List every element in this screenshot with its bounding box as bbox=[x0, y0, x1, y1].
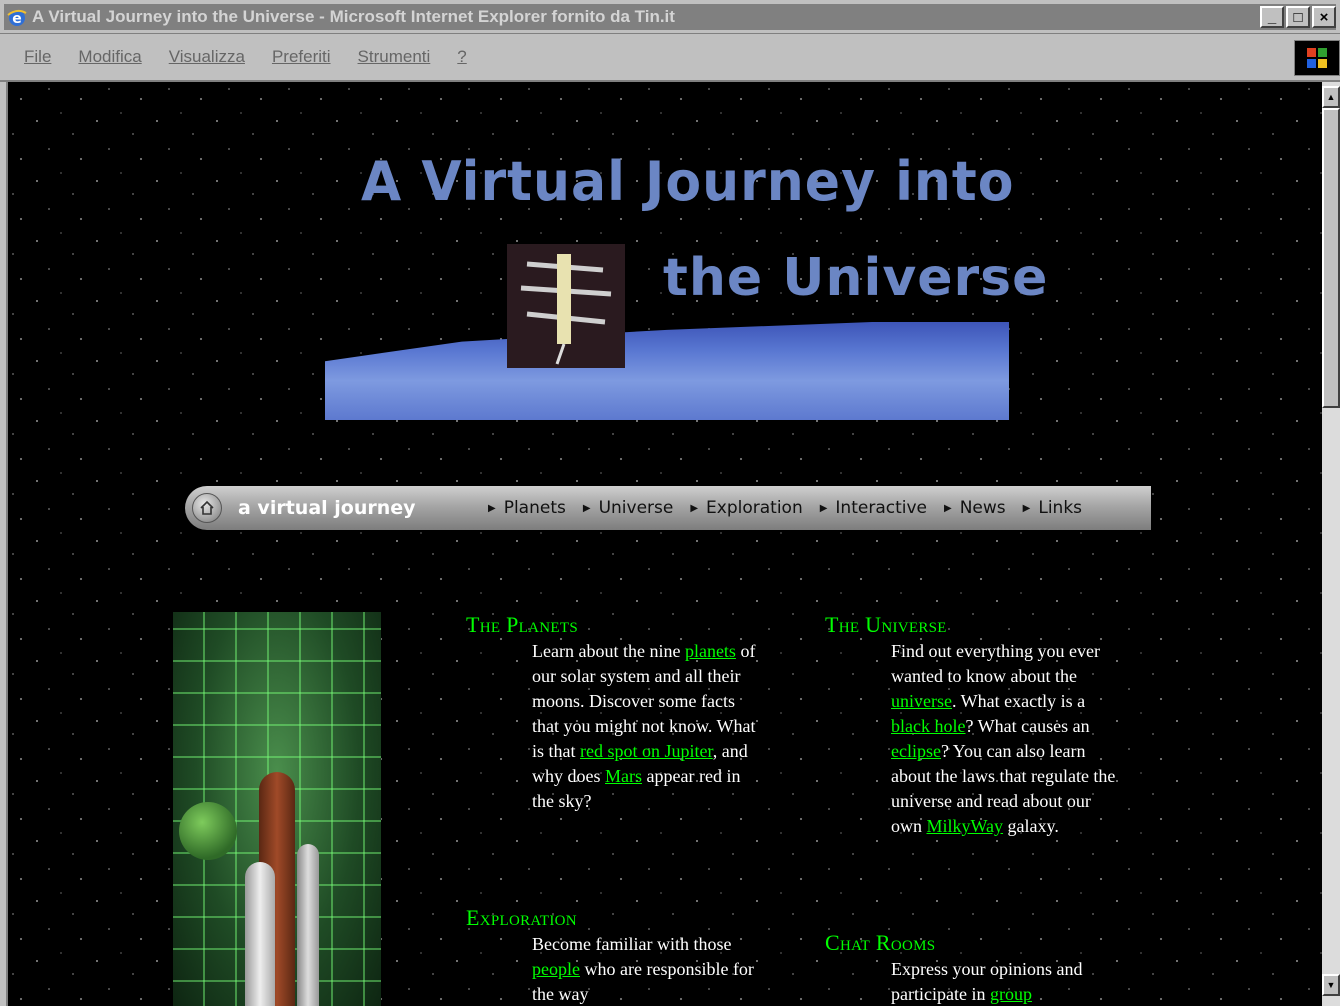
earth-horizon-image bbox=[325, 322, 1009, 420]
text: ? What causes an bbox=[965, 716, 1090, 736]
link-planets[interactable]: planets bbox=[685, 641, 736, 661]
ie-logo-icon[interactable]: e bbox=[6, 6, 28, 28]
scrollbar-thumb[interactable] bbox=[1322, 108, 1340, 408]
booster-image bbox=[297, 844, 319, 1006]
text: . What exactly is a bbox=[951, 691, 1086, 711]
text: Learn about the nine bbox=[532, 641, 681, 661]
section-body-chat-rooms: Express your opinions and participate in… bbox=[891, 957, 1123, 1006]
triangle-right-icon: ▶ bbox=[488, 502, 496, 514]
nav-link-news[interactable]: ▶ News bbox=[944, 498, 1006, 518]
planet-image bbox=[179, 802, 237, 860]
link-black-hole[interactable]: black hole bbox=[891, 716, 965, 736]
maximize-button[interactable]: □ bbox=[1286, 6, 1310, 28]
nav-brand[interactable]: a virtual journey bbox=[238, 497, 488, 519]
windows-logo-icon bbox=[1294, 40, 1340, 76]
nav-link-label: News bbox=[959, 498, 1006, 518]
link-eclipse[interactable]: eclipse bbox=[891, 741, 941, 761]
link-red-spot-on-jupiter[interactable]: red spot on Jupiter bbox=[580, 741, 713, 761]
section-body-universe: Find out everything you ever wanted to k… bbox=[891, 639, 1123, 839]
link-mars[interactable]: Mars bbox=[605, 766, 642, 786]
page-viewport: A Virtual Journey into the Universe a vi… bbox=[8, 82, 1322, 1006]
nav-link-label: Exploration bbox=[706, 498, 803, 518]
minimize-button[interactable]: _ bbox=[1260, 6, 1284, 28]
site-nav-bar: a virtual journey ▶ Planets ▶ Universe ▶ Ex… bbox=[185, 486, 1151, 530]
site-banner: A Virtual Journey into the Universe bbox=[325, 151, 1047, 422]
text: Become familiar with those bbox=[532, 934, 732, 954]
section-title-planets: The Planets bbox=[466, 612, 578, 637]
menu-help[interactable]: ? bbox=[457, 47, 466, 67]
triangle-right-icon: ▶ bbox=[819, 502, 828, 514]
svg-text:e: e bbox=[12, 11, 22, 27]
nav-link-interactive[interactable]: ▶ Interactive bbox=[820, 498, 927, 518]
section-universe: The Universe Find out everything you eve… bbox=[825, 611, 1123, 839]
nav-link-label: Universe bbox=[598, 498, 674, 518]
menu-strumenti[interactable]: Strumenti bbox=[358, 47, 431, 67]
link-people[interactable]: people bbox=[532, 959, 580, 979]
scroll-up-arrow-icon[interactable]: ▲ bbox=[1322, 86, 1340, 108]
window-left-border bbox=[0, 82, 8, 1006]
text: Express your opinions and participate in bbox=[891, 959, 1083, 1004]
section-exploration: Exploration Become familiar with those p… bbox=[466, 904, 764, 1006]
triangle-right-icon: ▶ bbox=[944, 502, 952, 514]
title-bar: e A Virtual Journey into the Universe - … bbox=[0, 0, 1340, 34]
space-station-image bbox=[507, 244, 625, 368]
nav-link-label: Planets bbox=[503, 498, 566, 518]
orbiter-image bbox=[245, 862, 275, 1006]
link-universe[interactable]: universe bbox=[891, 691, 952, 711]
text: galaxy. bbox=[1003, 816, 1059, 836]
triangle-right-icon: ▶ bbox=[582, 502, 591, 514]
nav-link-planets[interactable]: ▶ Planets bbox=[488, 498, 566, 518]
nav-link-label: Links bbox=[1038, 498, 1083, 518]
menu-file[interactable]: File bbox=[24, 47, 51, 67]
nav-link-universe[interactable]: ▶ Universe bbox=[583, 498, 673, 518]
menu-preferiti[interactable]: Preferiti bbox=[272, 47, 331, 67]
menu-modifica[interactable]: Modifica bbox=[78, 47, 141, 67]
nav-link-links[interactable]: ▶ Links bbox=[1023, 498, 1082, 518]
banner-title-line2: the Universe bbox=[663, 248, 1049, 308]
section-planets: The Planets Learn about the nine planets… bbox=[466, 611, 764, 814]
window-title: A Virtual Journey into the Universe - Mi… bbox=[32, 7, 675, 26]
section-body-planets: Learn about the nine planets of our sola… bbox=[532, 639, 764, 814]
text: Find out everything you ever wanted to k… bbox=[891, 641, 1100, 686]
section-chat-rooms: Chat Rooms Express your opinions and par… bbox=[825, 929, 1123, 1006]
section-body-exploration: Become familiar with those people who ar… bbox=[532, 932, 764, 1006]
menu-bar: File Modifica Visualizza Preferiti Strum… bbox=[0, 34, 1340, 82]
vertical-scrollbar[interactable]: ▲ ▼ bbox=[1322, 82, 1340, 1006]
nav-link-exploration[interactable]: ▶ Exploration bbox=[690, 498, 802, 518]
menu-visualizza[interactable]: Visualizza bbox=[169, 47, 245, 67]
scroll-down-arrow-icon[interactable]: ▼ bbox=[1322, 974, 1340, 996]
nav-link-label: Interactive bbox=[835, 498, 927, 518]
close-button[interactable]: × bbox=[1312, 6, 1336, 28]
triangle-right-icon: ▶ bbox=[1022, 502, 1031, 514]
link-milkyway[interactable]: MilkyWay bbox=[927, 816, 1004, 836]
home-icon[interactable] bbox=[192, 493, 222, 523]
triangle-right-icon: ▶ bbox=[690, 502, 699, 514]
section-title-exploration: Exploration bbox=[466, 905, 577, 930]
link-group[interactable]: group bbox=[990, 984, 1032, 1004]
banner-title-line1: A Virtual Journey into bbox=[361, 150, 1015, 214]
section-title-chat-rooms: Chat Rooms bbox=[825, 930, 936, 955]
space-shuttle-image bbox=[173, 612, 381, 1006]
section-title-universe: The Universe bbox=[825, 612, 947, 637]
